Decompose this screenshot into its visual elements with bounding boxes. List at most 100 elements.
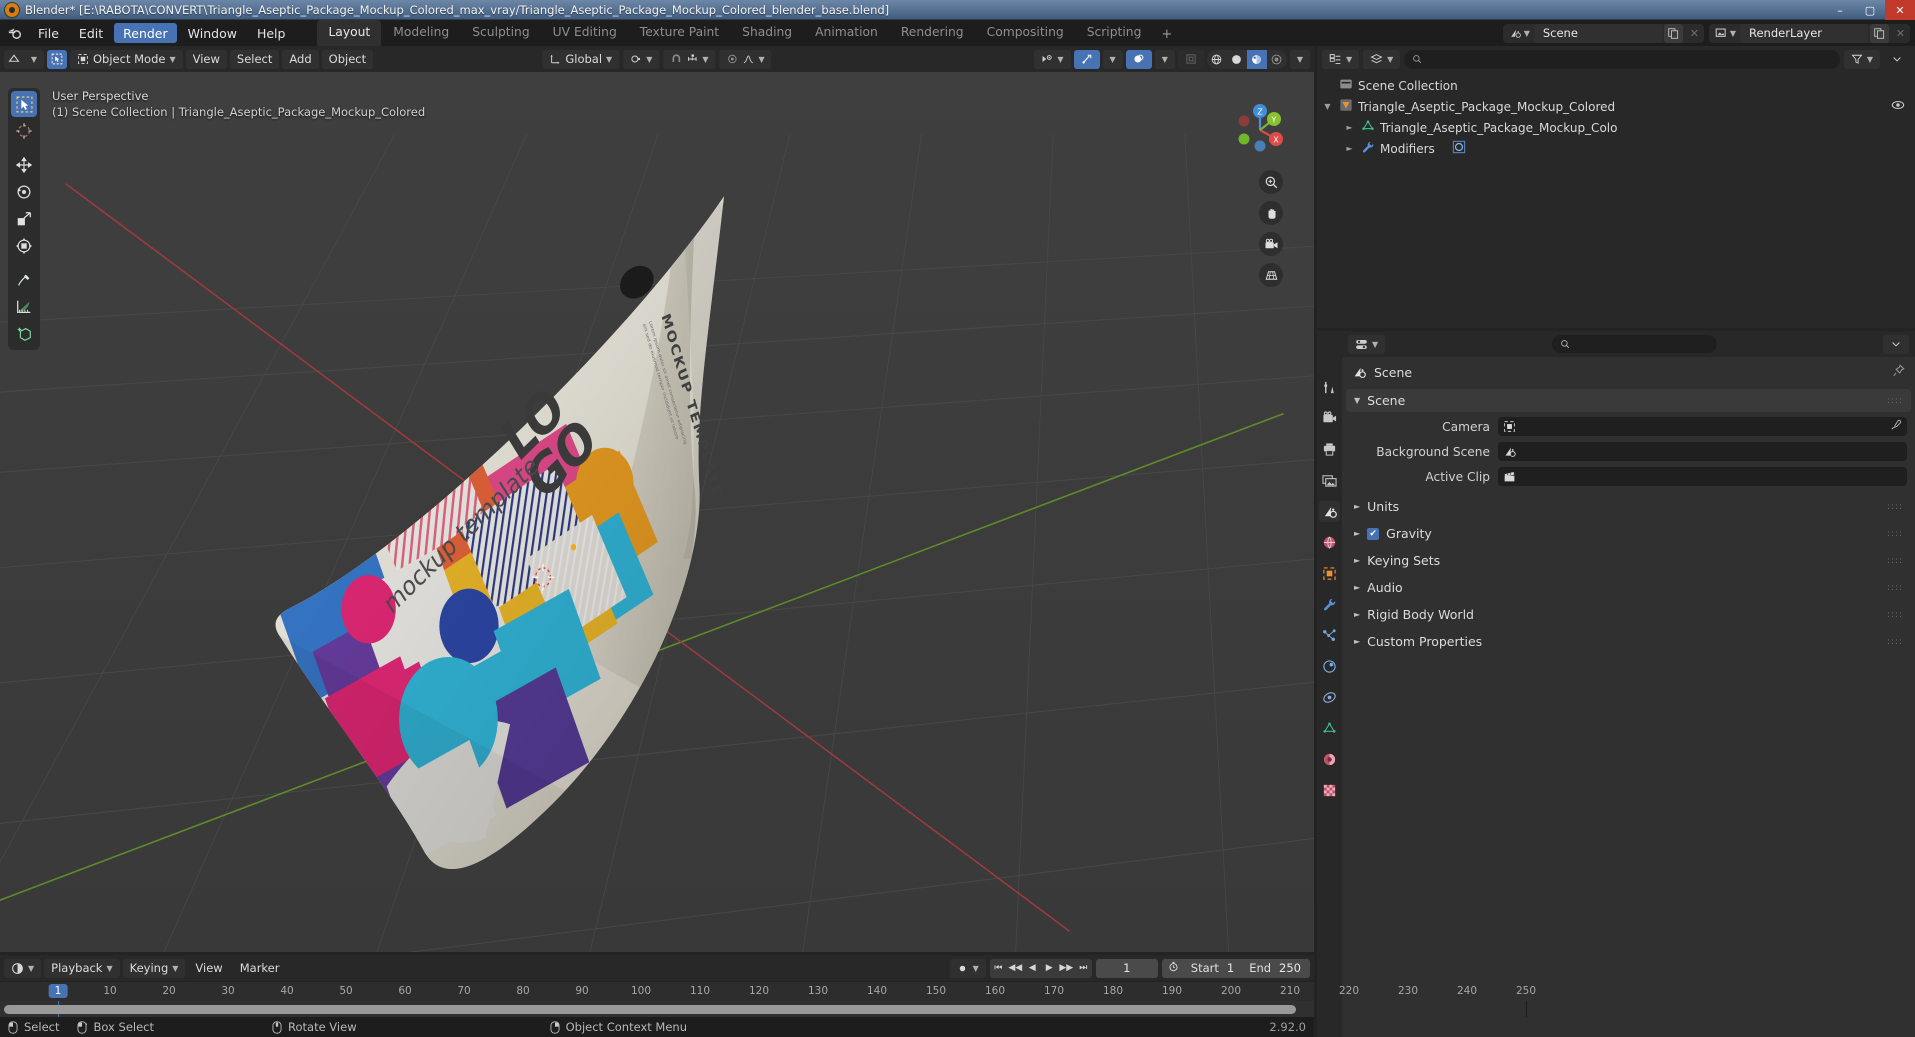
auto-keyframe-toggle[interactable]: ▼ xyxy=(949,958,986,978)
move-tool-button[interactable] xyxy=(11,152,37,178)
properties-tab-world[interactable] xyxy=(1319,532,1340,553)
current-frame-field[interactable]: 1 xyxy=(1095,958,1158,978)
properties-search-input[interactable] xyxy=(1551,335,1717,353)
new-scene-button[interactable] xyxy=(1663,23,1683,43)
timeline-horizontal-scrollbar[interactable] xyxy=(4,1005,1296,1014)
outliner-filter-button[interactable]: ▼ xyxy=(1843,49,1880,69)
transform-orientation-selector[interactable]: Global ▼ xyxy=(542,49,620,69)
scene-data-icon[interactable]: ▼ xyxy=(1503,27,1534,40)
camera-view-button[interactable] xyxy=(1259,232,1283,256)
proportional-editing-controls[interactable]: ▼ xyxy=(719,49,772,69)
play-reverse-button[interactable]: ◀ xyxy=(1024,959,1041,978)
properties-tab-object[interactable] xyxy=(1319,563,1340,584)
outliner-row-mesh-data[interactable]: ► Triangle_Aseptic_Package_Mockup_Colo xyxy=(1317,117,1915,138)
menu-file[interactable]: File xyxy=(29,23,68,43)
viewport-menu-view[interactable]: View xyxy=(185,49,227,69)
editor-type-icon[interactable] xyxy=(4,50,24,69)
tweak-tool-button[interactable] xyxy=(11,91,37,117)
snapping-controls[interactable]: ▼ xyxy=(663,49,716,69)
blender-logo-icon[interactable] xyxy=(0,20,28,46)
properties-tab-output[interactable] xyxy=(1319,439,1340,460)
expand-arrow-icon[interactable]: ► xyxy=(1343,123,1356,132)
panel-gravity[interactable]: ► ✔ Gravity :::: xyxy=(1346,522,1911,545)
panel-units[interactable]: ► Units :::: xyxy=(1346,495,1911,518)
panel-scene[interactable]: ▼ Scene :::: xyxy=(1346,389,1911,412)
navigation-gizmo[interactable]: X Y Z xyxy=(1228,98,1292,162)
chevron-down-icon[interactable]: ▼ xyxy=(24,50,44,69)
viewport-menu-select[interactable]: Select xyxy=(229,49,280,69)
tab-shading[interactable]: Shading xyxy=(731,20,803,46)
toggle-perspective-button[interactable] xyxy=(1259,263,1283,287)
outliner-options-button[interactable] xyxy=(1884,50,1910,69)
background-scene-field[interactable] xyxy=(1498,442,1907,461)
view-layer-selector[interactable]: ▼ RenderLayer ✕ xyxy=(1708,23,1910,43)
scene-selector[interactable]: ▼ Scene ✕ xyxy=(1502,23,1704,43)
new-view-layer-button[interactable] xyxy=(1870,23,1889,43)
add-cube-tool-button[interactable] xyxy=(11,321,37,347)
scale-tool-button[interactable] xyxy=(11,206,37,232)
outliner-editor-type-selector[interactable]: ▼ xyxy=(1322,49,1360,69)
properties-options-button[interactable] xyxy=(1883,334,1909,354)
menu-edit[interactable]: Edit xyxy=(70,23,112,43)
select-box-icon[interactable] xyxy=(47,49,67,69)
minimize-button[interactable]: – xyxy=(1825,0,1855,20)
shading-material-preview-button[interactable] xyxy=(1246,49,1267,69)
transform-tool-button[interactable] xyxy=(11,233,37,259)
tab-modeling[interactable]: Modeling xyxy=(382,20,460,46)
expand-arrow-icon[interactable]: ▼ xyxy=(1321,102,1334,111)
properties-tab-modifier[interactable] xyxy=(1319,594,1340,615)
pan-button[interactable] xyxy=(1259,201,1283,225)
panel-keying-sets[interactable]: ► Keying Sets :::: xyxy=(1346,549,1911,572)
properties-tab-view-layer[interactable] xyxy=(1319,470,1340,491)
properties-tab-texture[interactable] xyxy=(1319,780,1340,801)
tab-animation[interactable]: Animation xyxy=(804,20,889,46)
properties-tab-render[interactable] xyxy=(1319,408,1340,429)
object-mode-selector[interactable]: Object Mode ▼ xyxy=(70,49,183,69)
select-mode-group[interactable] xyxy=(47,49,67,69)
menu-render[interactable]: Render xyxy=(114,23,177,43)
overlays-toggle[interactable] xyxy=(1125,49,1152,69)
zoom-button[interactable] xyxy=(1259,170,1283,194)
camera-field[interactable] xyxy=(1498,417,1907,436)
view-layer-icon[interactable]: ▼ xyxy=(1709,27,1740,40)
properties-tab-particles[interactable] xyxy=(1319,625,1340,646)
play-button[interactable]: ▶ xyxy=(1041,959,1058,978)
outliner-row-object[interactable]: ▼ Triangle_Aseptic_Package_Mockup_Colore… xyxy=(1317,96,1915,117)
pivot-point-selector[interactable]: ▼ xyxy=(623,49,660,69)
close-button[interactable]: ✕ xyxy=(1885,0,1915,20)
end-frame-value[interactable]: 250 xyxy=(1277,961,1310,975)
jump-to-end-button[interactable]: ⏭ xyxy=(1075,959,1092,978)
cursor-tool-button[interactable] xyxy=(11,118,37,144)
tab-sculpting[interactable]: Sculpting xyxy=(461,20,540,46)
eyedropper-icon[interactable] xyxy=(1890,419,1902,434)
jump-to-start-button[interactable]: ⏮ xyxy=(990,959,1007,978)
annotate-tool-button[interactable] xyxy=(11,267,37,293)
gizmo-dropdown[interactable]: ▼ xyxy=(1102,49,1123,69)
tab-scripting[interactable]: Scripting xyxy=(1076,20,1153,46)
outliner-display-mode[interactable]: ▼ xyxy=(1363,49,1401,69)
expand-arrow-icon[interactable]: ► xyxy=(1343,144,1356,153)
unlink-scene-button[interactable]: ✕ xyxy=(1685,24,1704,43)
panel-audio[interactable]: ► Audio :::: xyxy=(1346,576,1911,599)
timeline-ruler[interactable]: 1 10 20 30 40 50 60 70 80 90 100 110 120… xyxy=(0,981,1536,1001)
shading-mode-group[interactable] xyxy=(1206,49,1287,69)
properties-tab-physics[interactable] xyxy=(1319,656,1340,677)
scene-name-field[interactable]: Scene xyxy=(1533,23,1662,43)
properties-editor-type-selector[interactable]: ▼ xyxy=(1348,334,1386,354)
tab-uv-editing[interactable]: UV Editing xyxy=(542,20,628,46)
subsurf-modifier-icon[interactable] xyxy=(1452,140,1466,157)
properties-tab-material[interactable] xyxy=(1319,749,1340,770)
prev-keyframe-button[interactable]: ◀◀ xyxy=(1007,959,1024,978)
outliner-row-scene-collection[interactable]: Scene Collection xyxy=(1317,75,1915,96)
shading-rendered-button[interactable] xyxy=(1267,50,1287,69)
start-frame-value[interactable]: 1 xyxy=(1225,961,1243,975)
outliner-search-input[interactable] xyxy=(1404,49,1840,69)
maximize-button[interactable]: ▢ xyxy=(1855,0,1885,20)
outliner-row-modifiers[interactable]: ► Modifiers xyxy=(1317,138,1915,159)
timeline-track[interactable] xyxy=(0,1001,1527,1017)
timeline-editor-type-selector[interactable]: ▼ xyxy=(4,958,42,978)
remove-view-layer-button[interactable]: ✕ xyxy=(1891,24,1910,43)
viewport-3d[interactable]: LO GO mockup template MOCKUP TEMPLATE Lo… xyxy=(0,72,1314,952)
gravity-checkbox[interactable]: ✔ xyxy=(1367,527,1380,540)
viewport-menu-add[interactable]: Add xyxy=(282,49,319,69)
